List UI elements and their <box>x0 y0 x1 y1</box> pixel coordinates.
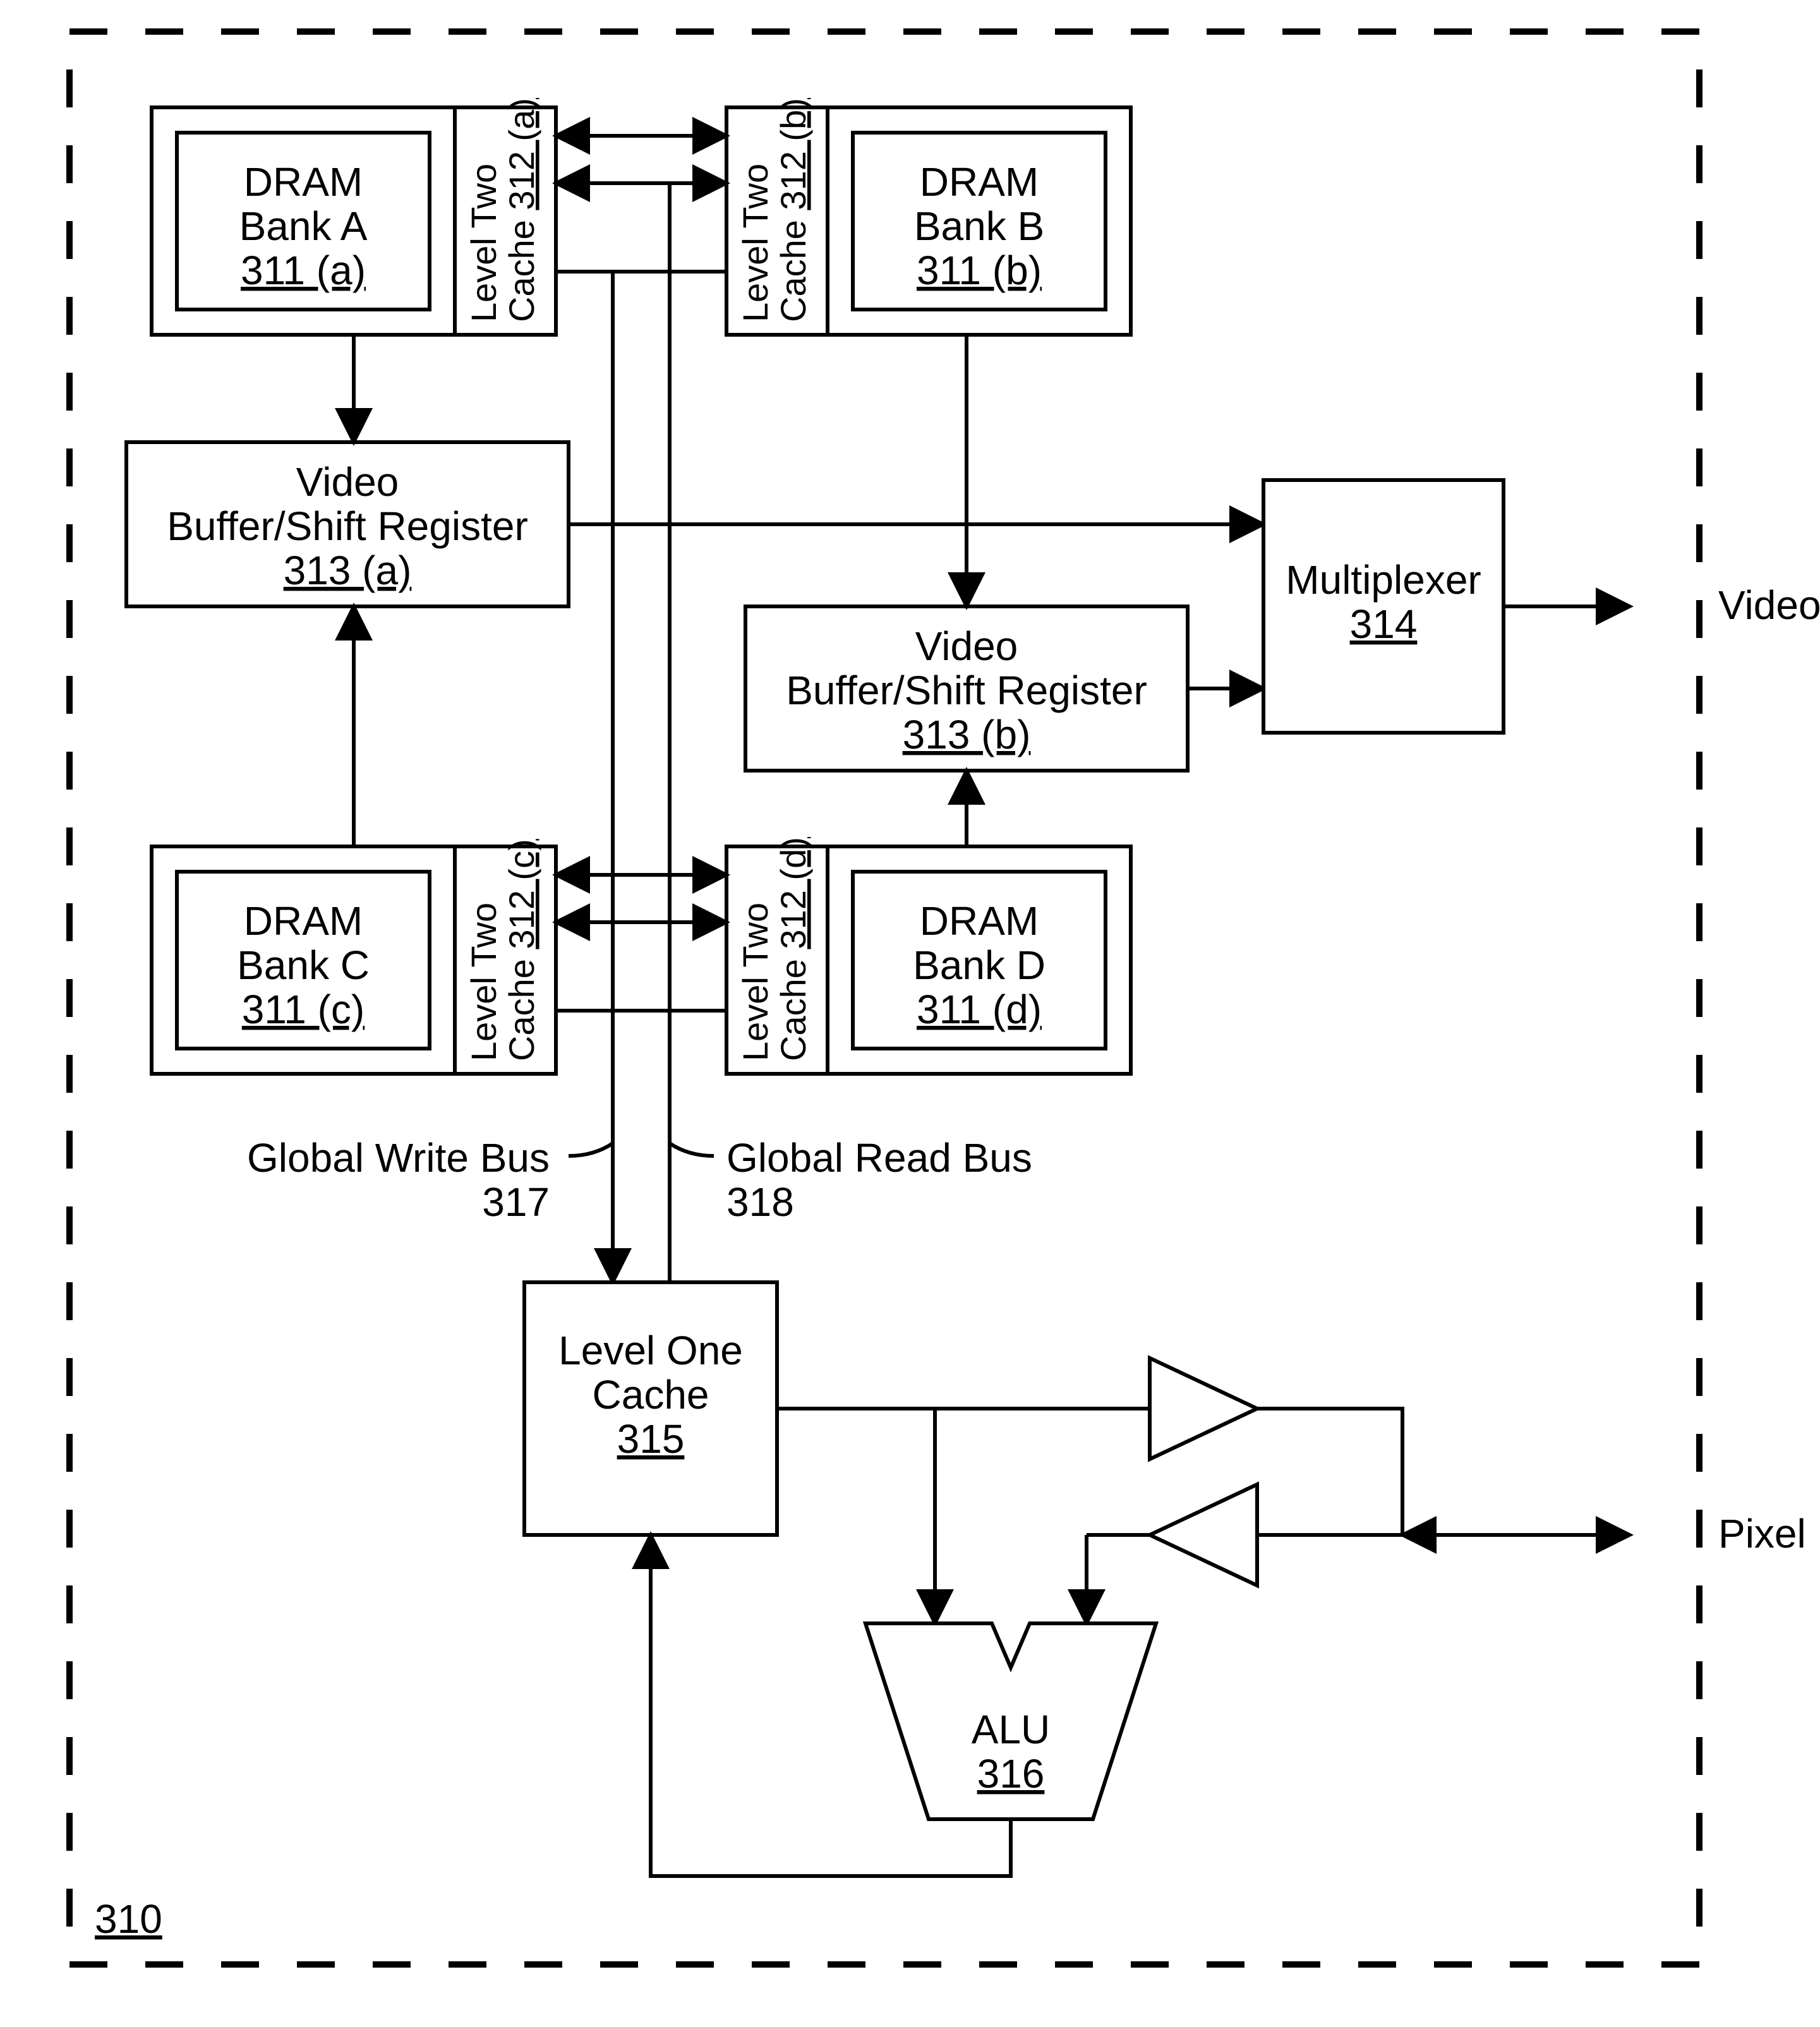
dram-bank-c: DRAM Bank C 311 (c) Level Two Cache 312 … <box>152 839 556 1074</box>
svg-text:Video: Video <box>296 459 399 505</box>
dram-bank-a: DRAM Bank A 311 (a) Level Two Cache 312 … <box>152 98 556 335</box>
svg-text:311 (c): 311 (c) <box>242 987 365 1032</box>
svg-text:ALU: ALU <box>972 1707 1051 1752</box>
svg-text:Multiplexer: Multiplexer <box>1286 557 1481 603</box>
svg-text:Bank D: Bank D <box>913 942 1046 988</box>
input-buffer-icon <box>1150 1484 1257 1585</box>
svg-text:316: 316 <box>977 1751 1045 1796</box>
svg-text:313 (b): 313 (b) <box>903 712 1031 757</box>
frame-ref: 310 <box>95 1896 162 1942</box>
svg-text:Level Two: Level Two <box>735 164 775 322</box>
svg-text:Cache 312 (a): Cache 312 (a) <box>502 98 541 322</box>
svg-text:313 (a): 313 (a) <box>284 548 412 593</box>
output-buffer-icon <box>1150 1358 1257 1459</box>
svg-text:314: 314 <box>1350 601 1418 647</box>
svg-text:Level Two: Level Two <box>735 903 775 1061</box>
svg-text:Bank B: Bank B <box>914 203 1044 249</box>
svg-text:311 (b): 311 (b) <box>917 248 1042 293</box>
svg-text:Bank A: Bank A <box>239 203 368 249</box>
svg-text:311 (a): 311 (a) <box>241 248 366 293</box>
grb-label-ref: 318 <box>726 1179 794 1225</box>
svg-text:Cache 312 (b): Cache 312 (b) <box>773 98 813 322</box>
alu: ALU 316 <box>865 1623 1156 1819</box>
label-pixel-data: Pixel Data <box>1718 1511 1820 1556</box>
diagram-svg: 310 DRAM Bank A 311 (a) Level Two Cache … <box>0 0 1820 2027</box>
svg-text:Cache 312 (c): Cache 312 (c) <box>502 839 541 1061</box>
svg-text:DRAM: DRAM <box>920 159 1039 205</box>
svg-text:315: 315 <box>617 1416 685 1462</box>
svg-text:311 (d): 311 (d) <box>917 987 1042 1032</box>
label-video: Video <box>1718 582 1820 628</box>
diagram-root: { "frame": { "ref": "310" }, "blocks": {… <box>0 0 1820 2027</box>
svg-text:Level Two: Level Two <box>464 903 503 1061</box>
svg-text:Cache 312 (d): Cache 312 (d) <box>773 837 813 1061</box>
video-buffer-a: Video Buffer/Shift Register 313 (a) <box>126 442 569 606</box>
multiplexer: Multiplexer 314 <box>1263 480 1504 733</box>
dram-bank-d: DRAM Bank D 311 (d) Level Two Cache 312 … <box>726 837 1131 1074</box>
level-one-cache: Level One Cache 315 <box>524 1282 777 1535</box>
gwb-label-l1: Global Write Bus <box>247 1135 550 1181</box>
svg-text:DRAM: DRAM <box>244 159 363 205</box>
svg-text:Cache: Cache <box>593 1372 709 1417</box>
svg-text:Buffer/Shift Register: Buffer/Shift Register <box>167 503 528 549</box>
svg-text:Level Two: Level Two <box>464 164 503 322</box>
gwb-label-ref: 317 <box>482 1179 550 1225</box>
svg-text:Video: Video <box>915 623 1018 669</box>
svg-text:Level One: Level One <box>558 1328 743 1373</box>
svg-text:DRAM: DRAM <box>920 898 1039 944</box>
dram-bank-b: DRAM Bank B 311 (b) Level Two Cache 312 … <box>726 98 1131 335</box>
svg-text:Bank C: Bank C <box>237 942 370 988</box>
svg-text:DRAM: DRAM <box>244 898 363 944</box>
svg-text:Buffer/Shift Register: Buffer/Shift Register <box>786 668 1147 713</box>
video-buffer-b: Video Buffer/Shift Register 313 (b) <box>745 606 1188 771</box>
grb-label-l1: Global Read Bus <box>726 1135 1032 1181</box>
